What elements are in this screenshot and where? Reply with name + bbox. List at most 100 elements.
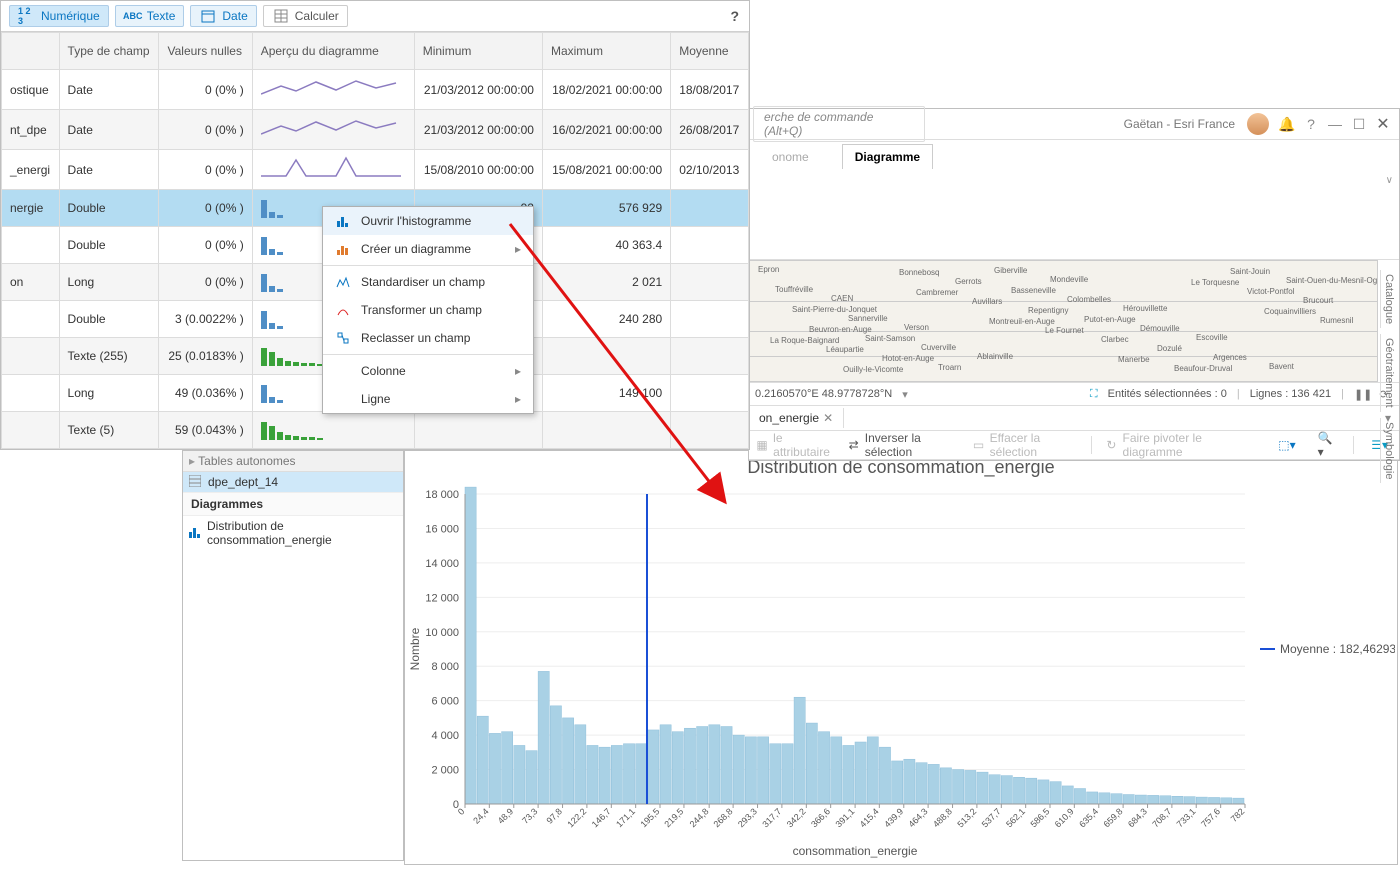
map-city-label: Bavent [1269,362,1294,371]
map-city-label: Montreuil-en-Auge [989,317,1055,326]
help-button[interactable]: ? [730,8,739,24]
document-tabs: on_energie ✕ ▾ [749,405,1399,431]
tab-diagramme[interactable]: Diagramme [842,144,933,169]
table-row[interactable]: ostiqueDate0 (0% )21/03/2012 00:00:0018/… [2,70,749,110]
svg-text:10 000: 10 000 [425,627,459,639]
numeric-icon: 1 2 3 [18,9,36,23]
menu-row-label: Ligne [361,392,390,406]
svg-text:366,6: 366,6 [809,806,832,829]
maximize-button[interactable]: ☐ [1347,116,1371,133]
avatar[interactable] [1247,113,1269,135]
col-mean[interactable]: Moyenne [671,33,749,70]
filter-text-button[interactable]: ABC Texte [115,5,185,27]
minimize-button[interactable]: — [1323,116,1347,132]
svg-text:635,4: 635,4 [1077,806,1100,829]
svg-text:244,8: 244,8 [688,806,711,829]
svg-text:464,3: 464,3 [907,806,930,829]
table-attr-label[interactable]: le attributaire [773,431,834,459]
table-row[interactable]: _energiDate0 (0% )15/08/2010 00:00:0015/… [2,150,749,190]
svg-text:610,9: 610,9 [1053,806,1076,829]
bell-icon[interactable]: 🔔 [1275,116,1299,133]
map-city-label: Colombelles [1067,295,1111,304]
menu-row[interactable]: Ligne ▸ [323,385,533,413]
side-tab-symbology[interactable]: Symbologie [1380,418,1397,483]
pivot-button[interactable]: Faire pivoter le diagramme [1123,431,1250,459]
menu-create-chart[interactable]: Créer un diagramme ▸ [323,235,533,263]
map-city-label: Repentigny [1028,306,1068,315]
filter-date-label: Date [222,9,247,23]
tree-layer-dpe[interactable]: dpe_dept_14 [183,472,403,492]
selection-icon: ⛶ [1090,388,1098,401]
map-city-label: Basseneville [1011,286,1056,295]
col-min[interactable]: Minimum [414,33,542,70]
side-tab-catalog[interactable]: Catalogue [1380,270,1397,328]
map-city-label: Ablainville [977,352,1013,361]
doc-tab-label: on_energie [759,411,819,425]
svg-text:48,9: 48,9 [496,806,515,825]
help-icon[interactable]: ? [1299,116,1323,132]
clear-sel-button[interactable]: Effacer la sélection [990,431,1080,459]
svg-text:2 000: 2 000 [431,765,459,777]
menu-open-histogram-label: Ouvrir l'histogramme [361,214,471,228]
histogram-chart[interactable]: 02 0004 0006 0008 00010 00012 00014 0001… [405,484,1395,859]
menu-create-chart-label: Créer un diagramme [361,242,471,256]
side-tab-geoproc[interactable]: Géotraitement [1380,334,1397,412]
col-type[interactable]: Type de champ [59,33,159,70]
menu-standardize[interactable]: Standardiser un champ [323,268,533,296]
map-city-label: Saint-Ouen-du-Mesnil-Oger [1286,276,1378,285]
select-tool-button[interactable]: ⬚▾ [1273,435,1300,455]
calculate-button[interactable]: Calculer [263,5,348,27]
svg-text:586,5: 586,5 [1028,806,1051,829]
map-city-label: Mondeville [1050,275,1088,284]
col-field[interactable] [2,33,60,70]
ribbon-collapse-icon[interactable]: ∨ [1386,175,1393,186]
map-city-label: Hotot-en-Auge [882,354,934,363]
filter-date-button[interactable]: Date [190,5,256,27]
filter-numeric-button[interactable]: 1 2 3 Numérique [9,5,109,27]
menu-standardize-label: Standardiser un champ [361,275,485,289]
map-city-label: Démouville [1140,324,1180,333]
coords-label: 0.2160570°E 48.9778728°N [755,388,892,400]
close-button[interactable]: ✕ [1371,114,1395,134]
map-city-label: CAEN [831,294,853,303]
menu-transform[interactable]: Transformer un champ [323,296,533,324]
svg-text:122,2: 122,2 [565,806,588,829]
close-tab-icon[interactable]: ✕ [823,411,833,425]
pause-icon[interactable]: ❚❚ [1354,388,1372,401]
menu-reclass[interactable]: Reclasser un champ [323,324,533,352]
command-search[interactable]: erche de commande (Alt+Q) [753,106,925,142]
map-city-label: Léaupartie [826,345,864,354]
histogram-icon [189,526,202,540]
menu-open-histogram[interactable]: Ouvrir l'histogramme [323,207,533,235]
tree-chart-item[interactable]: Distribution de consommation_energie [183,516,403,550]
col-nulls[interactable]: Valeurs nulles [159,33,252,70]
svg-text:consommation_energie: consommation_energie [793,844,918,858]
clear-icon: ▭ [971,437,985,453]
contents-tree: ▸ Tables autonomes dpe_dept_14 Diagramme… [182,450,404,861]
map-view[interactable]: EpronCAENVersonAblainvilleMondevilleHéro… [749,260,1378,382]
svg-text:Nombre: Nombre [408,627,422,670]
svg-text:73,3: 73,3 [520,806,539,825]
svg-text:Moyenne : 182,46293: Moyenne : 182,46293 [1280,642,1395,656]
map-city-label: Ouilly-le-Vicomte [843,365,903,374]
svg-text:317,7: 317,7 [760,806,783,829]
menu-separator [323,265,533,266]
col-max[interactable]: Maximum [542,33,670,70]
table-row[interactable]: Texte (5)59 (0.043% ) [2,412,749,449]
map-city-label: Clarbec [1101,335,1129,344]
tree-header: ▸ Tables autonomes [183,451,403,472]
table-icon [189,475,203,489]
svg-text:439,9: 439,9 [882,806,905,829]
zoom-tool-button[interactable]: 🔍▾ [1313,428,1342,462]
inverse-sel-button[interactable]: Inverser la sélection [865,431,960,459]
dropdown-icon[interactable]: ▾ [902,388,908,401]
col-preview[interactable]: Aperçu du diagramme [252,33,414,70]
svg-text:16 000: 16 000 [425,523,459,535]
menu-column[interactable]: Colonne ▸ [323,357,533,385]
doc-tab-energie[interactable]: on_energie ✕ [749,408,844,428]
svg-text:684,3: 684,3 [1126,806,1149,829]
transform-icon [335,302,351,318]
tab-autonome[interactable]: onome [759,144,822,169]
table-row[interactable]: nt_dpeDate0 (0% )21/03/2012 00:00:0016/0… [2,110,749,150]
svg-text:12 000: 12 000 [425,592,459,604]
